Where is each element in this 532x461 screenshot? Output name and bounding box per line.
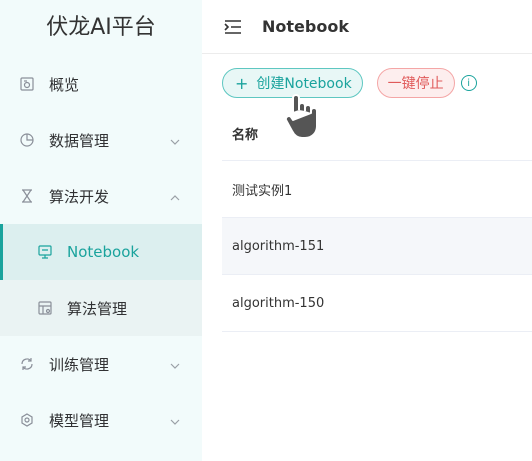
algorithm-icon — [18, 187, 36, 205]
table-row[interactable]: algorithm-150 — [222, 275, 532, 332]
main-content: + 创建Notebook 一键停止 i 名称 测试实例1 algorithm-1… — [202, 54, 532, 461]
sidebar-item-data[interactable]: 数据管理 — [0, 112, 202, 168]
table-cell-name: algorithm-151 — [232, 238, 325, 254]
sidebar-item-training[interactable]: 训练管理 — [0, 336, 202, 392]
menu-fold-icon[interactable] — [224, 19, 242, 35]
sidebar-item-label: 训练管理 — [49, 355, 110, 374]
sidebar-item-label: 算法管理 — [67, 299, 128, 318]
data-icon — [18, 131, 36, 149]
stop-all-label: 一键停止 — [387, 76, 444, 92]
sidebar-item-label: 概览 — [49, 75, 80, 94]
stop-all-button[interactable]: 一键停止 — [376, 68, 455, 98]
model-icon — [18, 411, 36, 429]
chevron-down-icon — [170, 131, 180, 149]
notebook-icon — [36, 243, 54, 261]
chevron-up-icon — [170, 187, 180, 205]
sidebar: 伏龙AI平台 概览 数据管理 算法开发 Notebook 算法管理 训练管理 模… — [0, 0, 202, 461]
top-header: Notebook — [202, 0, 532, 54]
sidebar-item-label: 算法开发 — [49, 187, 110, 206]
algorithm-manage-icon — [36, 299, 54, 317]
sidebar-item-algorithm-manage[interactable]: 算法管理 — [0, 280, 202, 336]
chevron-down-icon — [170, 355, 180, 373]
page-title: Notebook — [262, 17, 349, 36]
create-notebook-label: 创建Notebook — [256, 76, 352, 92]
notebook-table: 名称 测试实例1 algorithm-151 algorithm-150 — [222, 106, 532, 332]
app-logo: 伏龙AI平台 — [46, 15, 156, 40]
plus-icon: + — [235, 73, 249, 93]
table-cell-name: 测试实例1 — [232, 183, 293, 199]
sidebar-item-label: 数据管理 — [49, 131, 110, 150]
table-cell-name: algorithm-150 — [232, 295, 325, 311]
overview-icon — [18, 75, 36, 93]
sidebar-item-label: 模型管理 — [49, 411, 110, 430]
hand-cursor-icon — [283, 92, 323, 142]
info-icon[interactable]: i — [460, 75, 477, 91]
sidebar-item-model[interactable]: 模型管理 — [0, 392, 202, 448]
sidebar-item-algorithm-dev[interactable]: 算法开发 — [0, 168, 202, 224]
table-header-name: 名称 — [222, 106, 532, 161]
sidebar-item-overview[interactable]: 概览 — [0, 56, 202, 112]
toolbar: + 创建Notebook 一键停止 i — [222, 67, 477, 99]
table-row[interactable]: algorithm-151 — [222, 218, 532, 275]
sidebar-item-notebook[interactable]: Notebook — [0, 224, 202, 280]
sidebar-item-label: Notebook — [67, 243, 140, 261]
table-row[interactable]: 测试实例1 — [222, 161, 532, 218]
chevron-down-icon — [170, 411, 180, 429]
training-icon — [18, 355, 36, 373]
submenu-algorithm: Notebook 算法管理 — [0, 224, 202, 336]
